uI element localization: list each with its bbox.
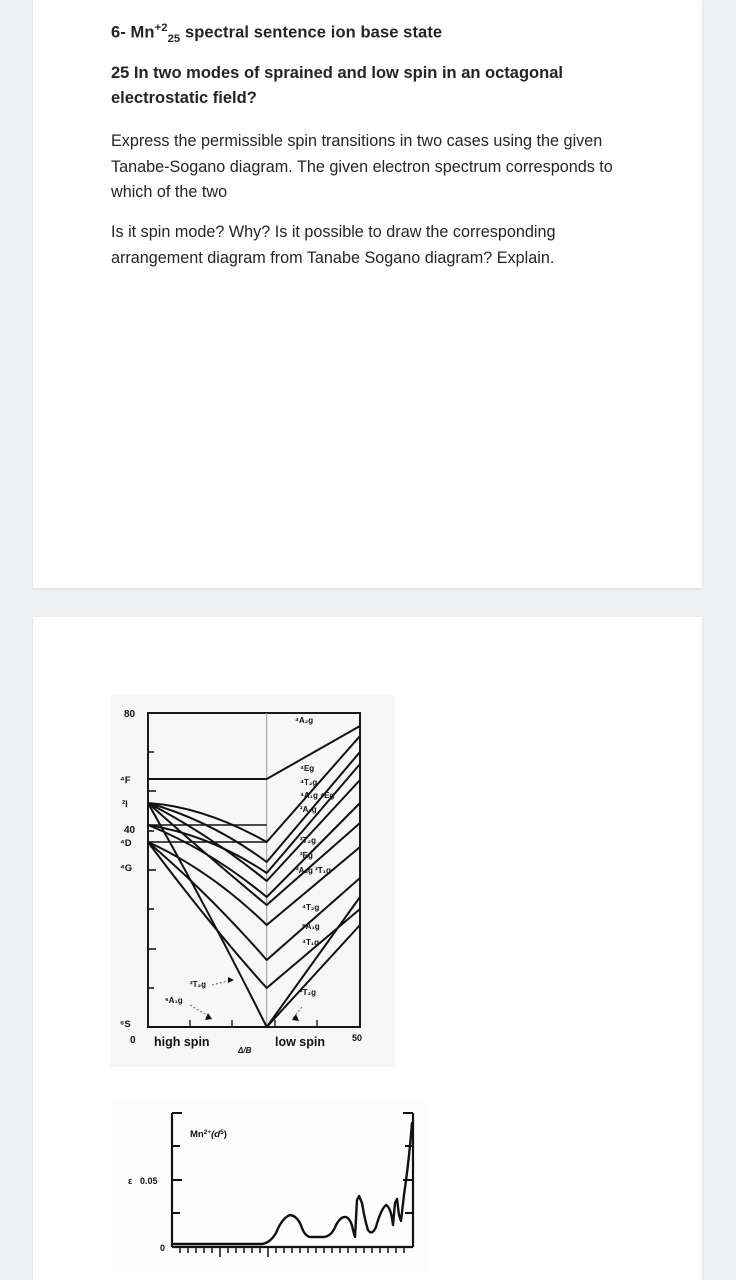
ts-xlabel-low-spin: low spin [275,1035,325,1049]
question-title-superscript: +2 [154,22,168,34]
ts-label-4T1g: ⁴T₁g [302,938,319,947]
ts-label-2T2g-b: ²T₂g [300,836,316,845]
ts-term-4G: ⁴G [120,863,132,874]
spectrum-ylabel: ε [128,1176,133,1186]
question-content: 6- Mn+225 spectral sentence ion base sta… [33,0,702,271]
spectrum-ytick-005: 0.05 [140,1176,158,1186]
ts-background [110,695,395,1067]
ts-label-4Eg: ⁴Eg [300,764,314,773]
tanabe-sugano-diagram: 80 40 0 ⁴F ²I ⁴D ⁴G ⁶S ⁴A₂g ⁴Eg ⁴T₂g ⁴A₁… [110,695,395,1067]
spectrum-svg: Mn2+(d5) ε 0.05 0 [110,1099,430,1274]
ts-label-6A1g: ⁶A₁g [302,922,320,931]
spectrum-ytick-0: 0 [160,1243,165,1253]
ts-xlabel-high-spin: high spin [154,1035,210,1049]
figure-card: 80 40 0 ⁴F ²I ⁴D ⁴G ⁶S ⁴A₂g ⁴Eg ⁴T₂g ⁴A₁… [33,617,702,1280]
ts-label-4A2g: ⁴A₂g [295,716,313,725]
ts-xaxis-title: Δ/B [237,1046,252,1055]
tanabe-sugano-svg: 80 40 0 ⁴F ²I ⁴D ⁴G ⁶S ⁴A₂g ⁴Eg ⁴T₂g ⁴A₁… [110,695,395,1067]
ts-label-2A2g-2T1g: ²A₂g ²T₁g [296,866,331,875]
ts-ytick-0: 0 [130,1035,136,1046]
question-paragraph-1: Express the permissible spin transitions… [111,132,613,202]
ts-label-4T2g: ⁴T₂g [302,903,319,912]
ts-term-2I: ²I [122,799,128,810]
question-paragraph-2: Is it spin mode? Why? Is it possible to … [111,223,556,267]
question-title: 6- Mn+225 spectral sentence ion base sta… [111,20,676,47]
ts-term-4D: ⁴D [120,838,132,849]
ts-term-6S: ⁶S [120,1019,131,1030]
question-title-subscript: 25 [167,32,181,45]
figure-content: 80 40 0 ⁴F ²I ⁴D ⁴G ⁶S ⁴A₂g ⁴Eg ⁴T₂g ⁴A₁… [33,617,702,1280]
ts-label-2Eg: ²Eg [300,851,313,860]
ts-label-2A1g: ²A₁g [300,805,317,814]
ts-annotation-6A1g-high: ⁶A₁g [165,996,183,1005]
ts-term-4F: ⁴F [120,775,131,786]
question-title-rest: spectral sentence ion base state [184,23,443,42]
ts-xtick-50: 50 [352,1033,362,1043]
ts-ytick-40: 40 [124,825,136,836]
question-card: 6- Mn+225 spectral sentence ion base sta… [33,0,702,588]
ts-label-4T2g-upper: ⁴T₂g [300,778,317,787]
ts-label-4A1g-4Eg: ⁴A₁g ⁴Eg [300,791,334,800]
ts-annotation-2T2g-high: ²T₂g [190,980,206,989]
page-root: 6- Mn+225 spectral sentence ion base sta… [0,0,736,1280]
question-subtitle: 25 In two modes of sprained and low spin… [111,64,563,108]
absorption-spectrum-figure: Mn2+(d5) ε 0.05 0 [110,1099,430,1274]
question-title-prefix: 6- Mn [111,23,155,42]
ts-annotation-2T2g-low: ²T₂g [300,988,316,997]
ts-ytick-80: 80 [124,709,136,720]
